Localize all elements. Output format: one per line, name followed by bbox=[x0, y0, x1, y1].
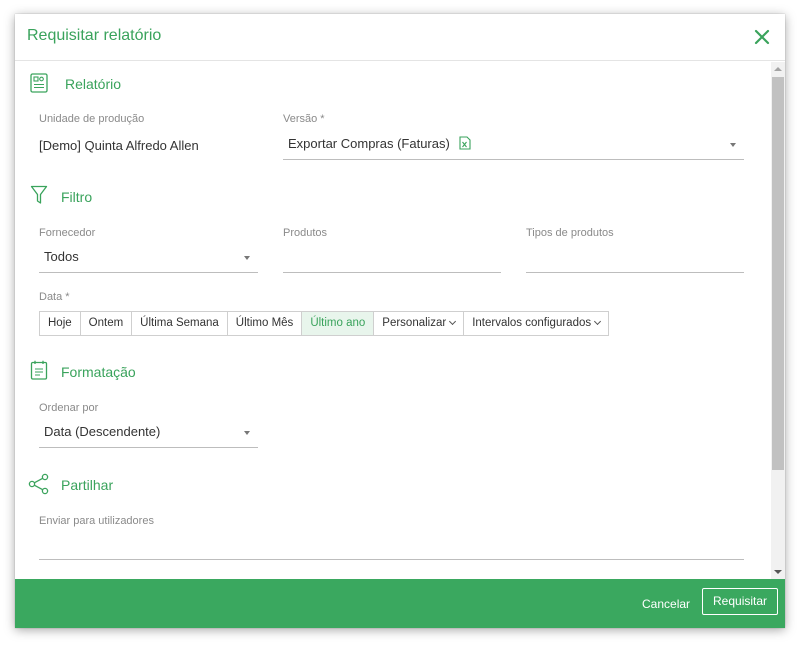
supplier-value: Todos bbox=[44, 249, 79, 264]
scrollbar-thumb[interactable] bbox=[772, 77, 784, 470]
request-report-dialog: Requisitar relatório Relatório Unidade d… bbox=[15, 14, 785, 628]
product-types-label: Tipos de produtos bbox=[526, 227, 614, 239]
date-last-week-label: Última Semana bbox=[140, 317, 219, 329]
date-label: Data * bbox=[39, 291, 70, 303]
filter-icon bbox=[30, 185, 48, 204]
version-value-text: Exportar Compras (Faturas) bbox=[288, 136, 450, 151]
production-unit-value: [Demo] Quinta Alfredo Allen bbox=[39, 138, 199, 153]
supplier-label: Fornecedor bbox=[39, 227, 96, 239]
close-icon bbox=[754, 29, 770, 45]
date-range-buttons: Hoje Ontem Última Semana Último Mês Últi… bbox=[39, 311, 610, 336]
section-title-filter: Filtro bbox=[61, 189, 93, 205]
date-last-year-label: Último ano bbox=[310, 317, 366, 329]
chevron-down-icon bbox=[449, 317, 457, 326]
clipboard-list-icon bbox=[30, 360, 48, 380]
section-title-share: Partilhar bbox=[61, 477, 114, 493]
chevron-down-icon bbox=[730, 143, 736, 147]
send-to-users-label: Enviar para utilizadores bbox=[39, 515, 154, 527]
close-button[interactable] bbox=[753, 28, 771, 46]
share-icon bbox=[28, 473, 49, 495]
dialog-title: Requisitar relatório bbox=[27, 27, 162, 44]
date-yesterday-button[interactable]: Ontem bbox=[80, 311, 133, 336]
date-yesterday-label: Ontem bbox=[88, 317, 124, 329]
request-button[interactable]: Requisitar bbox=[702, 588, 779, 615]
version-select[interactable]: Exportar Compras (Faturas) bbox=[283, 128, 744, 160]
date-configured-intervals-label: Intervalos configurados bbox=[472, 317, 592, 329]
order-by-select[interactable]: Data (Descendente) bbox=[39, 416, 258, 448]
cancel-button[interactable]: Cancelar bbox=[642, 597, 690, 611]
date-last-month-label: Último Mês bbox=[235, 317, 294, 329]
date-last-week-button[interactable]: Última Semana bbox=[132, 311, 228, 336]
scroll-down-arrow-icon[interactable] bbox=[774, 570, 782, 574]
section-title-report: Relatório bbox=[65, 76, 122, 92]
date-today-label: Hoje bbox=[48, 317, 72, 329]
order-by-label: Ordenar por bbox=[39, 402, 99, 414]
chevron-down-icon bbox=[244, 256, 250, 260]
date-configured-intervals-button[interactable]: Intervalos configurados bbox=[464, 311, 610, 336]
chevron-down-icon bbox=[244, 431, 250, 435]
report-icon bbox=[30, 73, 48, 93]
dialog-header: Requisitar relatório bbox=[15, 14, 785, 61]
excel-file-icon bbox=[459, 136, 472, 150]
products-label: Produtos bbox=[283, 227, 328, 239]
date-custom-label: Personalizar bbox=[382, 317, 447, 329]
scroll-up-arrow-icon[interactable] bbox=[774, 67, 782, 71]
products-input[interactable] bbox=[283, 241, 501, 273]
send-to-users-input[interactable] bbox=[39, 528, 744, 560]
dialog-footer: Cancelar Requisitar bbox=[15, 579, 785, 628]
date-custom-button[interactable]: Personalizar bbox=[374, 311, 465, 336]
production-unit-label: Unidade de produção bbox=[39, 113, 145, 125]
section-title-formatting: Formatação bbox=[61, 364, 136, 380]
version-value: Exportar Compras (Faturas) bbox=[288, 136, 472, 151]
version-label: Versão * bbox=[283, 113, 325, 125]
date-last-year-button[interactable]: Último ano bbox=[302, 311, 375, 336]
date-today-button[interactable]: Hoje bbox=[39, 311, 81, 336]
scrollbar[interactable] bbox=[771, 62, 785, 579]
order-by-value: Data (Descendente) bbox=[44, 424, 161, 439]
dialog-body: Relatório Unidade de produção [Demo] Qui… bbox=[15, 62, 785, 579]
supplier-select[interactable]: Todos bbox=[39, 241, 258, 273]
date-last-month-button[interactable]: Último Mês bbox=[227, 311, 303, 336]
chevron-down-icon bbox=[594, 317, 602, 326]
product-types-input[interactable] bbox=[526, 241, 744, 273]
